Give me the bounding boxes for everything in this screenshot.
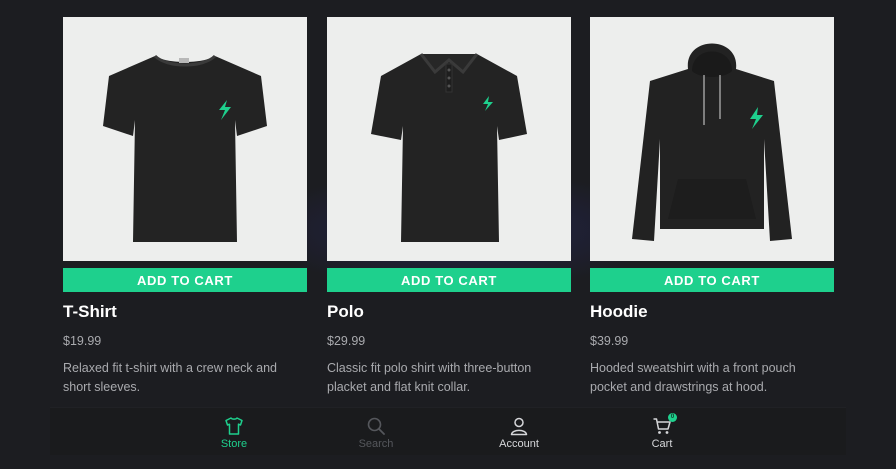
tshirt-image bbox=[103, 54, 267, 242]
product-image[interactable] bbox=[327, 17, 571, 261]
nav-item-search[interactable]: Search bbox=[331, 408, 421, 455]
nav-item-account[interactable]: Account bbox=[474, 408, 564, 455]
nav-label: Store bbox=[220, 438, 248, 450]
polo-image bbox=[371, 53, 527, 242]
product-name[interactable]: Hoodie bbox=[590, 302, 834, 322]
product-description: Classic fit polo shirt with three-button… bbox=[327, 361, 532, 394]
product-name[interactable]: T-Shirt bbox=[63, 302, 307, 322]
product-price: $19.99 bbox=[63, 334, 102, 348]
add-to-cart-button[interactable]: ADD TO CART bbox=[590, 268, 834, 292]
product-name[interactable]: Polo bbox=[327, 302, 571, 322]
bottom-nav: Store Search Account 0 Cart bbox=[50, 408, 846, 455]
product-description: Hooded sweatshirt with a front pouch poc… bbox=[590, 361, 796, 394]
cart-count-badge: 0 bbox=[668, 413, 677, 422]
shirt-icon bbox=[224, 416, 244, 436]
product-card: ADD TO CART Hoodie $39.99 Hooded sweatsh… bbox=[590, 17, 834, 397]
user-icon bbox=[509, 416, 529, 436]
product-image[interactable] bbox=[63, 17, 307, 261]
store-page: ADD TO CART T-Shirt $19.99 Relaxed fit t… bbox=[0, 0, 896, 469]
nav-label: Account bbox=[499, 438, 539, 450]
add-to-cart-button[interactable]: ADD TO CART bbox=[63, 268, 307, 292]
hoodie-image bbox=[632, 43, 792, 241]
cart-icon: 0 bbox=[652, 413, 677, 436]
search-icon bbox=[366, 416, 386, 436]
nav-label: Cart bbox=[651, 438, 673, 450]
product-image[interactable] bbox=[590, 17, 834, 261]
add-to-cart-button[interactable]: ADD TO CART bbox=[327, 268, 571, 292]
product-description: Relaxed fit t-shirt with a crew neck and… bbox=[63, 361, 277, 394]
nav-label: Search bbox=[358, 438, 394, 450]
nav-item-store[interactable]: Store bbox=[189, 408, 279, 455]
product-price: $29.99 bbox=[327, 334, 366, 348]
product-card: ADD TO CART T-Shirt $19.99 Relaxed fit t… bbox=[63, 17, 307, 397]
product-price: $39.99 bbox=[590, 334, 629, 348]
nav-item-cart[interactable]: 0 Cart bbox=[617, 408, 707, 455]
product-card: ADD TO CART Polo $29.99 Classic fit polo… bbox=[327, 17, 571, 397]
